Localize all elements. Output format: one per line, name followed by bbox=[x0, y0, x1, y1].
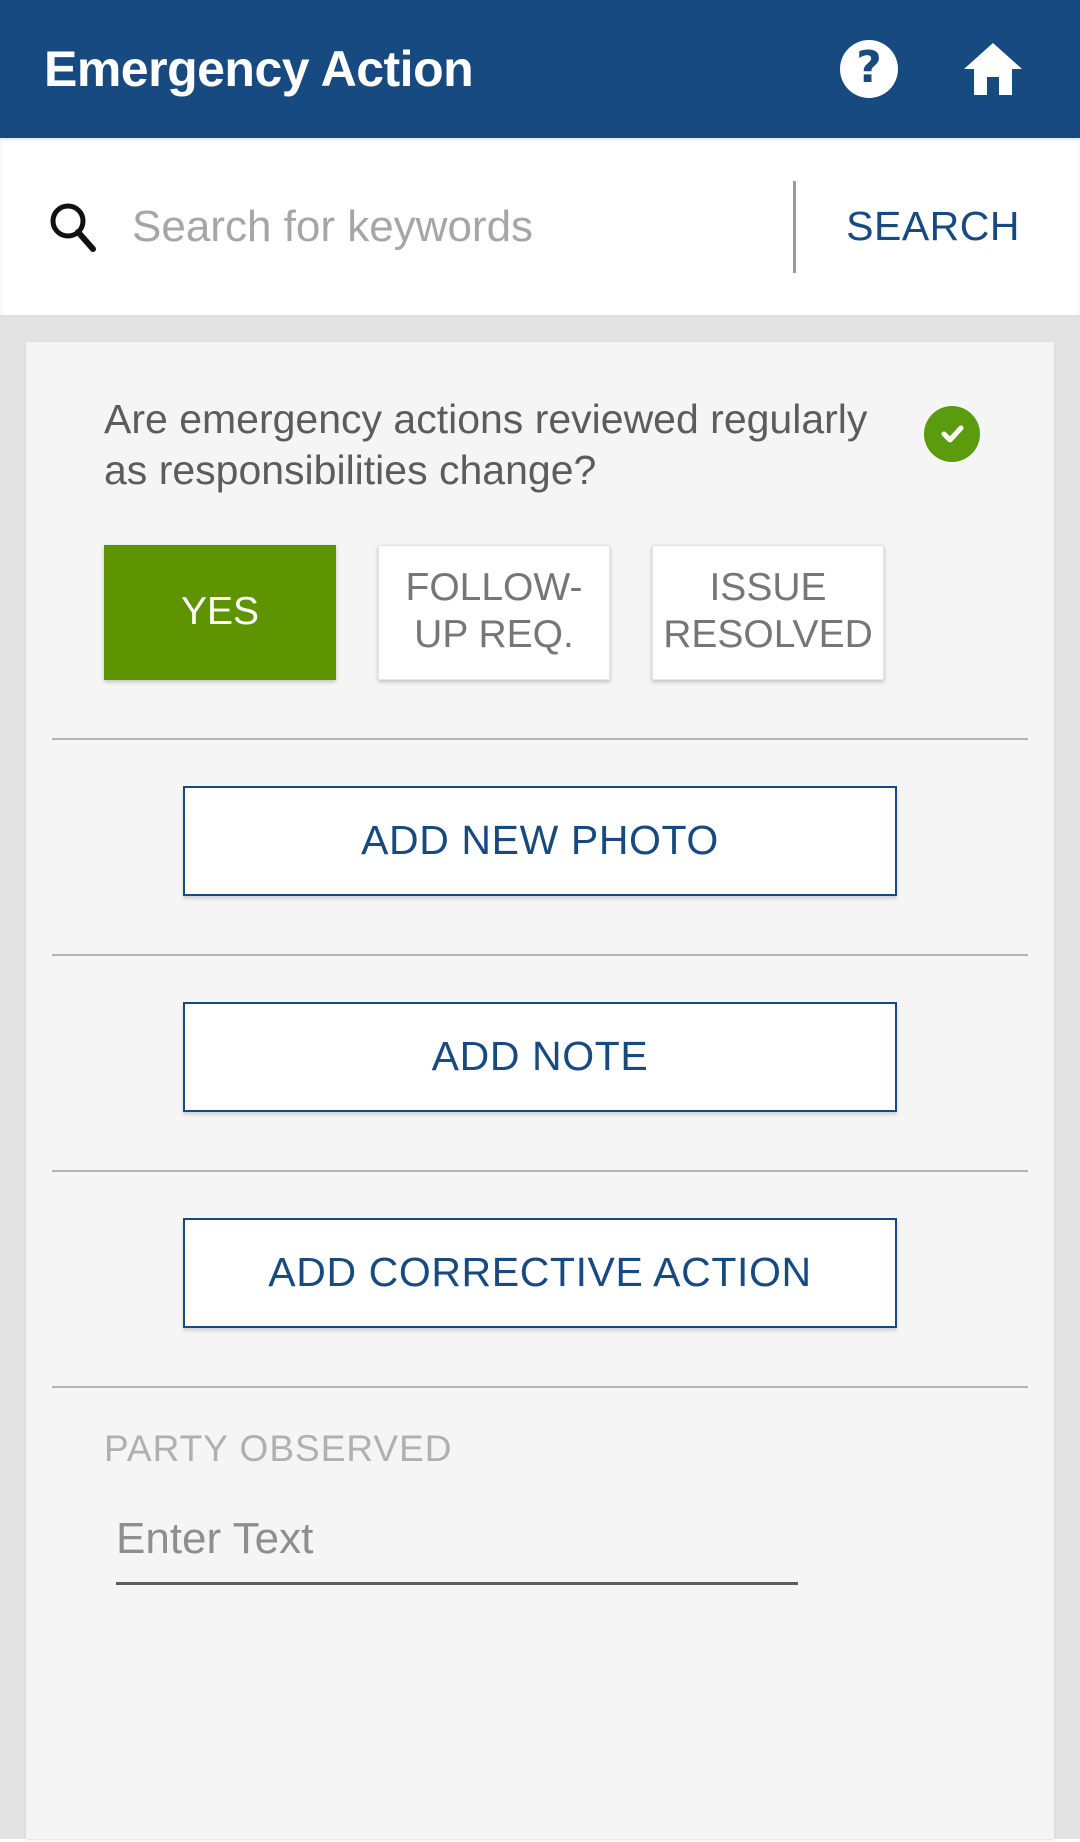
add-new-photo-row: ADD NEW PHOTO bbox=[26, 740, 1054, 896]
help-button[interactable]: ? bbox=[840, 40, 898, 98]
app-bar: Emergency Action ? bbox=[0, 0, 1080, 138]
party-observed-input-wrap bbox=[104, 1470, 798, 1585]
app-bar-actions: ? bbox=[840, 40, 1042, 98]
status-badge bbox=[924, 406, 980, 462]
home-icon bbox=[964, 43, 1022, 95]
search-divider bbox=[793, 180, 797, 273]
answer-option-follow-up-req[interactable]: FOLLOW-UP REQ. bbox=[378, 544, 610, 680]
question-block: Are emergency actions reviewed regularly… bbox=[26, 342, 1054, 497]
search-bar: SEARCH bbox=[0, 138, 1080, 318]
help-question-mark: ? bbox=[856, 41, 882, 93]
home-button[interactable] bbox=[962, 41, 1024, 97]
check-icon bbox=[941, 425, 964, 443]
add-new-photo-button[interactable]: ADD NEW PHOTO bbox=[183, 785, 897, 896]
party-observed-label: PARTY OBSERVED bbox=[104, 1427, 453, 1469]
answer-option-yes[interactable]: YES bbox=[104, 544, 336, 680]
question-text: Are emergency actions reviewed regularly… bbox=[104, 396, 868, 494]
answer-option-issue-resolved[interactable]: ISSUE RESOLVED bbox=[652, 544, 884, 680]
search-input[interactable] bbox=[106, 201, 788, 252]
help-circle-icon: ? bbox=[840, 40, 898, 98]
party-observed-block: PARTY OBSERVED bbox=[26, 1388, 1054, 1585]
add-corrective-action-button[interactable]: ADD CORRECTIVE ACTION bbox=[183, 1217, 897, 1328]
question-card: Are emergency actions reviewed regularly… bbox=[26, 342, 1054, 1839]
add-note-button[interactable]: ADD NOTE bbox=[183, 1001, 897, 1112]
search-icon[interactable] bbox=[44, 199, 106, 255]
answer-options: YES FOLLOW-UP REQ. ISSUE RESOLVED bbox=[26, 497, 1054, 680]
add-corrective-action-row: ADD CORRECTIVE ACTION bbox=[26, 1172, 1054, 1328]
party-observed-input[interactable] bbox=[116, 1513, 798, 1585]
page-title: Emergency Action bbox=[44, 41, 474, 97]
search-button[interactable]: SEARCH bbox=[802, 203, 1056, 250]
add-note-row: ADD NOTE bbox=[26, 956, 1054, 1112]
page-body: Are emergency actions reviewed regularly… bbox=[0, 318, 1080, 1839]
